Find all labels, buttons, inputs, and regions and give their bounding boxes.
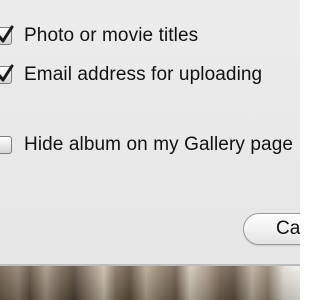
email-uploading-checkbox[interactable]	[0, 64, 14, 84]
photo-titles-checkbox[interactable]	[0, 25, 14, 45]
hide-album-label: Hide album on my Gallery page	[24, 134, 294, 155]
photo-titles-label: Photo or movie titles	[24, 25, 199, 46]
checkmark-icon	[0, 64, 14, 82]
settings-sheet: Photo or movie titles Email address for …	[0, 0, 300, 266]
checkmark-icon	[0, 25, 14, 43]
email-uploading-label: Email address for uploading	[24, 64, 263, 85]
hide-album-checkbox[interactable]	[0, 136, 12, 154]
cancel-button[interactable]: Cancel	[243, 213, 300, 245]
photo-thumbnails-strip	[0, 266, 300, 300]
